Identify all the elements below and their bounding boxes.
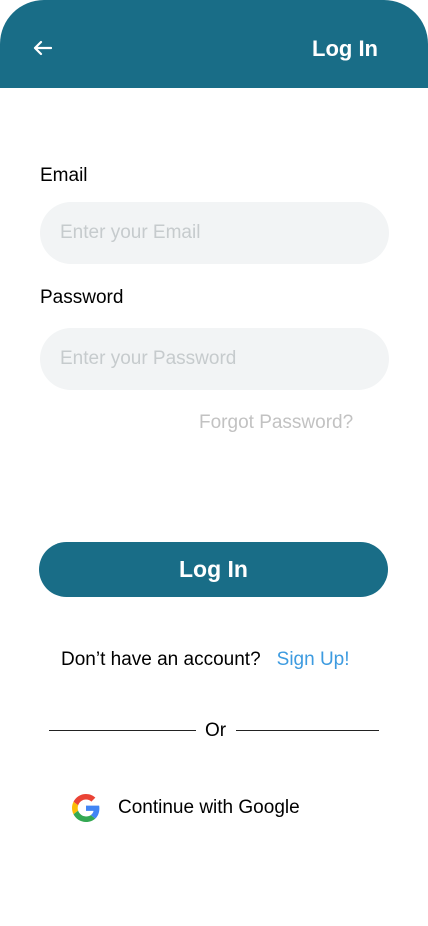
- no-account-text: Don’t have an account?: [61, 649, 261, 670]
- back-button[interactable]: [30, 36, 54, 60]
- google-signin-label: Continue with Google: [118, 797, 300, 818]
- divider-right: [236, 730, 379, 731]
- password-label: Password: [40, 287, 124, 308]
- google-icon: [72, 794, 100, 822]
- google-signin-button[interactable]: Continue with Google: [72, 794, 300, 822]
- signup-prompt: Don’t have an account? Sign Up!: [61, 649, 350, 671]
- or-separator-text: Or: [205, 720, 227, 741]
- email-field[interactable]: [40, 202, 389, 264]
- arrow-left-icon: [33, 40, 52, 56]
- email-label: Email: [40, 165, 88, 186]
- app-header: Log In: [0, 0, 428, 88]
- login-screen: Log In Email Password Forgot Password? L…: [0, 0, 428, 926]
- forgot-password-link[interactable]: Forgot Password?: [199, 412, 353, 434]
- signup-link[interactable]: Sign Up!: [277, 649, 350, 670]
- login-button[interactable]: Log In: [39, 542, 388, 597]
- divider-left: [49, 730, 196, 731]
- password-field[interactable]: [40, 328, 389, 390]
- page-title: Log In: [312, 36, 378, 61]
